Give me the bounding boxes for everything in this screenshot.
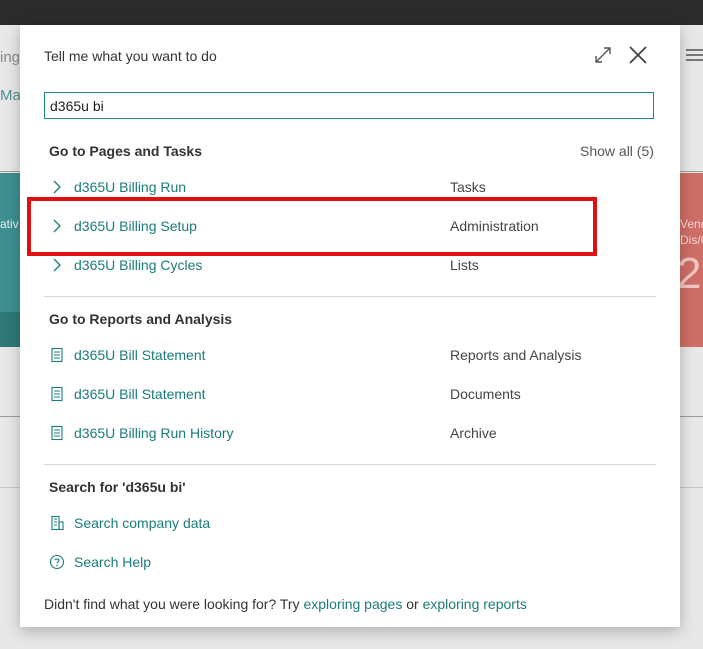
background-divider	[0, 171, 20, 172]
chevron-right-icon	[53, 180, 61, 194]
result-category: Archive	[450, 425, 497, 441]
background-text-fragment: ing	[0, 49, 21, 66]
report-icon	[51, 347, 63, 363]
background-tile-left-bar	[0, 312, 20, 347]
footer-prefix: Didn't find what you were looking for? T…	[44, 596, 304, 612]
background-divider	[680, 171, 703, 172]
section-title-reports: Go to Reports and Analysis	[49, 311, 233, 327]
tile-right-label-1: Vend	[680, 217, 703, 231]
chevron-right-icon	[53, 258, 61, 272]
exploring-pages-link[interactable]: exploring pages	[303, 596, 402, 612]
list-item[interactable]: d365U Bill Statement Reports and Analysi…	[49, 345, 649, 367]
result-category: Lists	[450, 257, 479, 273]
list-item[interactable]: d365U Billing Cycles Lists	[49, 255, 649, 277]
show-all-link[interactable]: Show all (5)	[580, 143, 654, 159]
help-icon	[49, 554, 65, 570]
background-divider	[0, 416, 20, 417]
search-help-item[interactable]: Search Help	[49, 552, 649, 574]
report-icon	[51, 425, 63, 441]
list-item[interactable]: d365U Bill Statement Documents	[49, 384, 649, 406]
search-company-data-item[interactable]: Search company data	[49, 513, 649, 535]
result-link[interactable]: d365U Bill Statement	[74, 347, 206, 363]
app-top-bar	[0, 0, 703, 25]
section-divider	[44, 296, 656, 297]
result-link[interactable]: d365U Billing Cycles	[74, 257, 202, 273]
search-help-link[interactable]: Search Help	[74, 554, 151, 570]
section-title-search: Search for 'd365u bi'	[49, 479, 186, 495]
search-input[interactable]	[44, 92, 654, 119]
tile-left-label: ativ	[0, 217, 19, 231]
tile-right-value: 2	[677, 249, 702, 298]
tile-right-label-2: Dis/C	[680, 233, 703, 247]
footer-text: Didn't find what you were looking for? T…	[44, 596, 527, 612]
exploring-reports-link[interactable]: exploring reports	[423, 596, 527, 612]
list-item[interactable]: d365U Billing Run History Archive	[49, 423, 649, 445]
footer-middle: or	[402, 596, 423, 612]
result-link[interactable]: d365U Billing Run	[74, 179, 186, 195]
highlight-annotation	[27, 197, 597, 256]
background-tile-right: Vend Dis/C 2	[677, 173, 703, 347]
building-icon	[51, 515, 64, 531]
section-title-pages-tasks: Go to Pages and Tasks	[49, 143, 203, 159]
background-divider	[680, 487, 703, 488]
result-category: Tasks	[450, 179, 486, 195]
background-divider	[680, 416, 703, 417]
close-icon[interactable]	[628, 45, 648, 65]
search-company-data-link[interactable]: Search company data	[74, 515, 210, 531]
result-link[interactable]: d365U Bill Statement	[74, 386, 206, 402]
report-icon	[51, 386, 63, 402]
result-link[interactable]: d365U Billing Run History	[74, 425, 234, 441]
list-item[interactable]: d365U Billing Run Tasks	[49, 177, 649, 199]
expand-icon[interactable]	[594, 46, 612, 64]
section-divider	[44, 464, 656, 465]
result-category: Reports and Analysis	[450, 347, 582, 363]
hamburger-menu-icon	[686, 49, 703, 64]
background-divider	[0, 487, 20, 488]
tell-me-dialog: Tell me what you want to do Go to Pages …	[20, 25, 680, 627]
dialog-title: Tell me what you want to do	[44, 48, 217, 64]
result-category: Documents	[450, 386, 521, 402]
